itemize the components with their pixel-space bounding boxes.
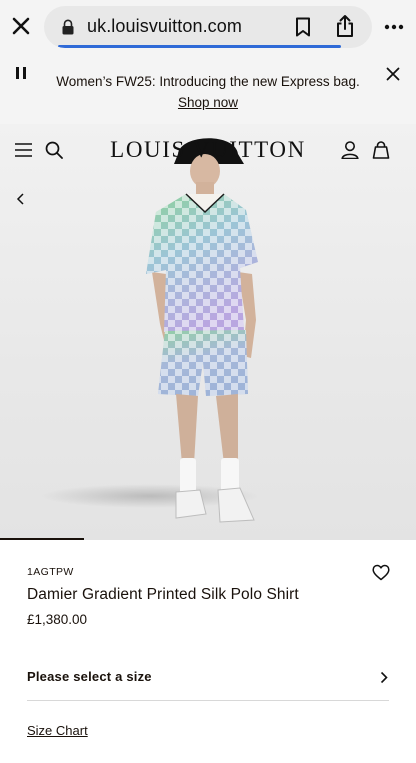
model-photo xyxy=(40,138,260,523)
promo-shop-now-link[interactable]: Shop now xyxy=(178,95,238,110)
browser-toolbar: uk.louisvuitton.com xyxy=(0,0,416,56)
shopping-bag-icon[interactable] xyxy=(372,141,390,159)
close-icon[interactable] xyxy=(8,13,34,39)
heart-icon[interactable] xyxy=(372,564,390,581)
chevron-left-icon[interactable] xyxy=(14,192,28,206)
close-icon[interactable] xyxy=(386,67,400,81)
chevron-right-icon xyxy=(380,671,388,684)
product-image[interactable] xyxy=(0,124,416,540)
bookmark-icon[interactable] xyxy=(294,17,312,37)
product-title: Damier Gradient Printed Silk Polo Shirt xyxy=(27,586,299,603)
product-price: £1,380.00 xyxy=(27,612,88,627)
image-pagination-indicator xyxy=(0,538,84,540)
pause-icon[interactable] xyxy=(16,67,26,79)
share-icon[interactable] xyxy=(335,14,355,38)
account-icon[interactable] xyxy=(341,141,359,159)
more-icon[interactable] xyxy=(384,24,404,30)
size-chart-link[interactable]: Size Chart xyxy=(27,723,88,738)
size-selector[interactable]: Please select a size xyxy=(27,655,389,701)
lock-icon xyxy=(62,19,74,35)
site-header: LOUIS VUITTON xyxy=(0,124,416,205)
size-selector-label: Please select a size xyxy=(27,669,152,684)
promo-message: Women’s FW25: Introducing the new Expres… xyxy=(44,71,372,113)
promo-banner: Women’s FW25: Introducing the new Expres… xyxy=(0,56,416,124)
product-sku: 1AGTPW xyxy=(27,566,74,578)
address-bar[interactable]: uk.louisvuitton.com xyxy=(44,6,372,48)
page-load-progress xyxy=(58,45,341,48)
url-text[interactable]: uk.louisvuitton.com xyxy=(87,16,242,37)
promo-text: Women’s FW25: Introducing the new Expres… xyxy=(56,74,360,89)
